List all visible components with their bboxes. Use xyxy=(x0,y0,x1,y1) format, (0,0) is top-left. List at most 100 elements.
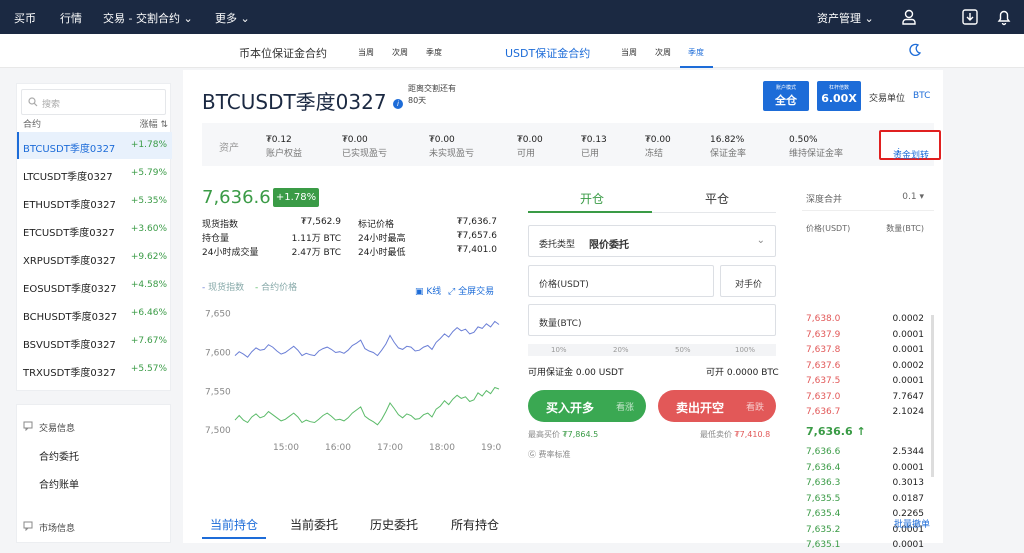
fullscreen-label: 全屏交易 xyxy=(458,287,495,297)
tab-current-positions[interactable]: 当前持仓 xyxy=(210,516,258,533)
ask-price: 7,637.6 xyxy=(806,360,841,371)
tab-coin-quarter[interactable]: 季度 xyxy=(426,47,442,58)
contract-list-item[interactable]: BCHUSDT季度0327 +6.46% xyxy=(17,300,172,327)
ask-row[interactable]: 7,637.0 7.7647 xyxy=(802,390,934,405)
ask-row[interactable]: 7,637.5 0.0001 xyxy=(802,374,934,389)
asset-realized-pnl: ₮0.00 已实现盈亏 xyxy=(342,133,387,161)
ask-price: 7,637.8 xyxy=(806,345,841,355)
ask-row[interactable]: 7,638.0 0.0002 xyxy=(802,312,934,327)
y-tick-label: 7,650 xyxy=(205,310,231,320)
asset-key: 账户权益 xyxy=(266,149,303,159)
depth-col-qty: 数量(BTC) xyxy=(886,224,924,233)
asset-available: ₮0.00 可用 xyxy=(517,133,543,161)
contract-change: +6.46% xyxy=(130,308,167,318)
bid-row[interactable]: 7,636.6 2.5344 xyxy=(802,445,934,460)
delivery-value: 80天 xyxy=(408,96,427,105)
buy-long-sub: 看涨 xyxy=(615,403,634,413)
moon-icon[interactable] xyxy=(908,43,922,57)
buy-long-button[interactable]: 买入开多 看涨 xyxy=(528,390,646,422)
info-icon[interactable]: i xyxy=(392,98,403,109)
percent-50[interactable]: 50% xyxy=(675,346,691,354)
tab-coin-nextweek[interactable]: 次周 xyxy=(392,47,408,58)
bid-row[interactable]: 7,636.4 0.0001 xyxy=(802,461,934,476)
fund-transfer-button[interactable]: 资金划转 i xyxy=(879,130,941,161)
tab-usdt-nextweek[interactable]: 次周 xyxy=(655,47,671,58)
order-type-select[interactable]: 委托类型 限价委托 ⌄ xyxy=(528,225,776,257)
fee-rate-link[interactable]: Ⓖ 费率标准 xyxy=(528,449,571,460)
percent-20[interactable]: 20% xyxy=(613,346,629,354)
bid-qty: 0.3013 xyxy=(892,478,925,488)
ask-row[interactable]: 7,636.7 2.1024 xyxy=(802,405,934,420)
unit-value[interactable]: BTC xyxy=(913,91,930,101)
depth-col-price: 价格(USDT) xyxy=(806,224,851,233)
kline-link[interactable]: ▣ K线 xyxy=(415,284,441,297)
percent-slider[interactable]: 10% 20% 50% 100% xyxy=(528,344,776,356)
fullscreen-link[interactable]: ⤢ 全屏交易 xyxy=(448,284,494,297)
tab-usdt-quarter[interactable]: 季度 xyxy=(688,47,704,58)
leverage-button[interactable]: 杠杆倍数 6.00X xyxy=(817,81,861,111)
counter-price-button[interactable]: 对手价 xyxy=(720,265,776,297)
tab-all-positions[interactable]: 所有持仓 xyxy=(451,516,499,533)
tab-usdt-margin[interactable]: USDT保证金合约 xyxy=(505,45,590,61)
ask-price: 7,637.5 xyxy=(806,376,841,386)
sell-short-button[interactable]: 卖出开空 看跌 xyxy=(658,390,776,422)
chevron-down-icon: ⌄ xyxy=(864,12,874,25)
contract-list-item[interactable]: BSVUSDT季度0327 +7.67% xyxy=(17,328,172,355)
price-input[interactable]: 价格(USDT) xyxy=(528,265,714,297)
bid-row[interactable]: 7,635.5 0.0187 xyxy=(802,492,934,507)
quantity-input[interactable]: 数量(BTC) xyxy=(528,304,776,336)
percent-10[interactable]: 10% xyxy=(551,346,567,354)
asset-used: ₮0.13 已用 xyxy=(581,133,607,161)
link-contract-orders[interactable]: 合约委托 xyxy=(39,448,79,463)
contract-change: +9.62% xyxy=(130,252,167,262)
tab-usdt-week[interactable]: 当周 xyxy=(621,47,637,58)
contract-list-item[interactable]: XRPUSDT季度0327 +9.62% xyxy=(17,244,172,271)
link-contract-bills[interactable]: 合约账单 xyxy=(39,476,79,491)
col-change-sort[interactable]: 涨幅 ⇅ xyxy=(140,117,168,130)
contract-list-item[interactable]: ETCUSDT季度0327 +3.60% xyxy=(17,216,172,243)
legend-contract-price: - 合约价格 xyxy=(255,280,297,293)
depth-merge-select[interactable]: 0.1 ▾ xyxy=(902,192,924,202)
bid-row[interactable]: 7,635.1 0.0001 xyxy=(802,538,934,553)
contract-list-item[interactable]: EOSUSDT季度0327 +4.58% xyxy=(17,272,172,299)
assets-label: 资产 xyxy=(219,143,239,154)
contract-list-item[interactable]: ETHUSDT季度0327 +5.35% xyxy=(17,188,172,215)
stat-value: ₮7,636.7 xyxy=(456,217,497,227)
nav-markets[interactable]: 行情 xyxy=(60,10,82,26)
tab-current-orders[interactable]: 当前委托 xyxy=(290,516,338,533)
asset-value: 0.50% xyxy=(789,135,818,145)
contract-list-item[interactable]: TRXUSDT季度0327 +5.57% xyxy=(17,356,172,383)
batch-cancel-button[interactable]: 批量撤单 xyxy=(894,517,930,530)
ask-row[interactable]: 7,637.9 0.0001 xyxy=(802,328,934,343)
delivery-countdown: 距离交割还有 80天 xyxy=(408,83,456,107)
fee-icon: Ⓖ xyxy=(528,450,536,459)
contract-list-item[interactable]: LTCUSDT季度0327 +5.79% xyxy=(17,160,172,187)
account-mode-button[interactable]: 账户模式 全仓 xyxy=(763,81,809,111)
x-tick-label: 15:00 xyxy=(273,443,299,452)
tab-history-orders[interactable]: 历史委托 xyxy=(370,516,418,533)
ask-row[interactable]: 7,637.6 0.0002 xyxy=(802,359,934,374)
search-input[interactable]: 搜索 xyxy=(21,89,166,115)
kline-icon: ▣ xyxy=(415,287,424,297)
download-icon[interactable] xyxy=(961,8,979,26)
fullscreen-icon: ⤢ xyxy=(448,287,456,297)
percent-100[interactable]: 100% xyxy=(735,346,755,354)
stat-label: 标记价格 xyxy=(358,220,395,230)
ask-price: 7,638.0 xyxy=(806,314,841,324)
tab-open-position[interactable]: 开仓 xyxy=(580,190,604,207)
bid-row[interactable]: 7,636.3 0.3013 xyxy=(802,476,934,491)
nav-more[interactable]: 更多 ⌄ xyxy=(215,10,250,26)
sort-icon: ⇅ xyxy=(160,120,168,130)
depth-scrollbar[interactable] xyxy=(931,315,934,477)
nav-asset-management[interactable]: 资产管理 ⌄ xyxy=(817,10,874,26)
user-icon[interactable] xyxy=(900,8,918,26)
ask-row[interactable]: 7,637.8 0.0001 xyxy=(802,343,934,358)
tab-coin-week[interactable]: 当周 xyxy=(358,47,374,58)
contract-list-item[interactable]: BTCUSDT季度0327 +1.78% xyxy=(17,132,172,159)
bell-icon[interactable] xyxy=(995,8,1013,26)
active-tab-underline xyxy=(680,66,713,68)
nav-buy-coin[interactable]: 买币 xyxy=(14,10,36,26)
nav-trade-futures[interactable]: 交易 - 交割合约 ⌄ xyxy=(103,10,193,26)
tab-coin-margin[interactable]: 币本位保证金合约 xyxy=(239,45,327,61)
tab-close-position[interactable]: 平仓 xyxy=(705,190,729,207)
